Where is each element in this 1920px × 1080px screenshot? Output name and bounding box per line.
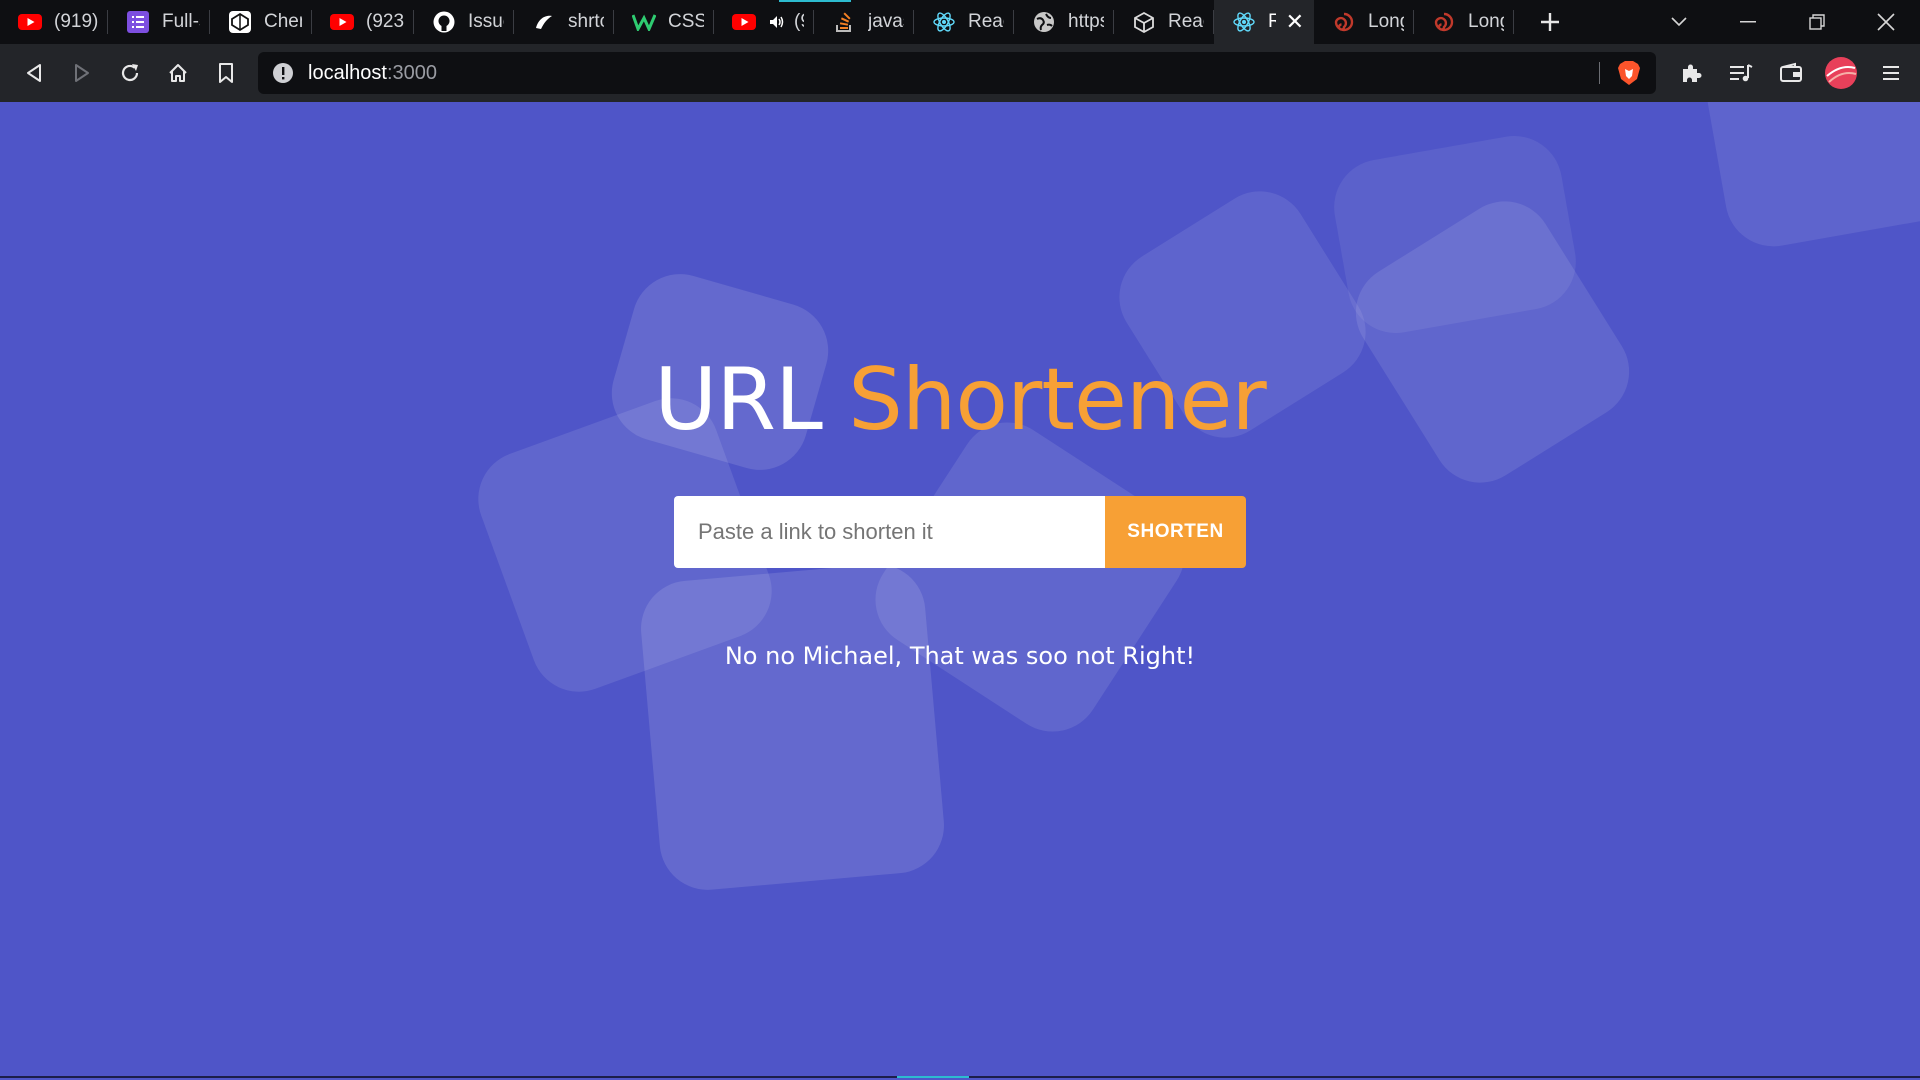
tab-label: (923) [366, 11, 404, 32]
tab-label: shrtcc [568, 11, 604, 32]
youtube-icon [18, 10, 42, 34]
tab-label: javasc [868, 11, 904, 32]
back-button[interactable] [10, 49, 58, 97]
avatar [1825, 57, 1857, 89]
playlist-icon [1730, 64, 1753, 82]
url-port: :3000 [386, 61, 437, 84]
page-title: URL Shortener [0, 350, 1920, 450]
address-bar[interactable]: localhost:3000 [258, 52, 1656, 94]
page-viewport: URL Shortener SHORTEN No no Michael, Tha… [0, 102, 1920, 1078]
profile-button[interactable] [1816, 49, 1866, 97]
wallet-icon [1780, 62, 1802, 82]
github-icon [432, 10, 456, 34]
extensions-button[interactable] [1666, 49, 1716, 97]
tab-label: Long [1368, 11, 1404, 32]
home-button[interactable] [154, 49, 202, 97]
close-tab-icon[interactable]: ✕ [1286, 11, 1304, 33]
background-shape [1699, 102, 1920, 254]
tab-stackoverflow[interactable]: javasc [814, 0, 914, 44]
tab-shrtco[interactable]: shrtcc [514, 0, 614, 44]
codepen-icon [228, 10, 252, 34]
tab-youtube-923[interactable]: (923) [312, 0, 414, 44]
result-message: No no Michael, That was soo not Right! [724, 642, 1196, 670]
forward-arrow-icon [75, 64, 89, 82]
plus-icon [1541, 13, 1559, 31]
tab-label: CSS te [668, 11, 704, 32]
new-tab-button[interactable] [1530, 0, 1570, 44]
bookmark-icon [219, 63, 233, 83]
home-icon [169, 64, 187, 82]
tab-label: (9 [794, 11, 804, 32]
swirl-icon [1332, 10, 1356, 34]
puzzle-icon [1683, 64, 1702, 82]
tab-label: Full-st [162, 11, 200, 32]
browser-toolbar: localhost:3000 [0, 44, 1920, 102]
tab-long-2[interactable]: Long [1414, 0, 1514, 44]
tab-youtube-audio[interactable]: (9 [714, 0, 814, 44]
tab-active-react[interactable]: Re ✕ [1214, 0, 1314, 44]
stackoverflow-icon [832, 10, 856, 34]
youtube-icon [732, 10, 756, 34]
globe-icon [1032, 10, 1056, 34]
minimize-icon [1739, 21, 1756, 23]
close-icon [1876, 13, 1895, 31]
media-control-button[interactable] [1716, 49, 1766, 97]
restore-icon [1808, 14, 1825, 30]
url-host: localhost [308, 61, 387, 84]
bookmark-button[interactable] [202, 49, 250, 97]
tab-youtube-919[interactable]: (919) [0, 0, 108, 44]
tab-search-button[interactable] [1644, 0, 1713, 44]
site-info-icon[interactable] [272, 62, 294, 84]
reload-button[interactable] [106, 49, 154, 97]
tab-label: Re [1268, 11, 1276, 32]
tab-label: Issues [468, 11, 504, 32]
tab-codesandbox-react[interactable]: React [1114, 0, 1214, 44]
hamburger-menu-icon [1883, 66, 1899, 80]
title-url: URL [654, 350, 823, 450]
tab-codepen-chem[interactable]: Chem [210, 0, 312, 44]
tab-github-issues[interactable]: Issues [414, 0, 514, 44]
reload-icon [121, 64, 139, 82]
shorten-form: SHORTEN [674, 496, 1246, 568]
youtube-icon [330, 10, 354, 34]
tab-react-1[interactable]: React [914, 0, 1014, 44]
shorten-button[interactable]: SHORTEN [1105, 496, 1246, 568]
chevron-down-icon [1670, 17, 1687, 27]
main-menu-button[interactable] [1866, 49, 1916, 97]
tab-https[interactable]: https: [1014, 0, 1114, 44]
title-shortener: Shortener [848, 350, 1266, 450]
wallet-button[interactable] [1766, 49, 1816, 97]
shrtco-icon [532, 10, 556, 34]
w-icon [632, 10, 656, 34]
brave-shields-icon[interactable] [1616, 59, 1642, 87]
tab-label: Long [1468, 11, 1504, 32]
tab-label: Chem [264, 11, 302, 32]
page-bottom-border [0, 1076, 1920, 1078]
react-icon [1232, 10, 1256, 34]
forward-button[interactable] [58, 49, 106, 97]
codesandbox-icon [1132, 10, 1156, 34]
minimize-button[interactable] [1713, 0, 1782, 44]
tab-css[interactable]: CSS te [614, 0, 714, 44]
close-window-button[interactable] [1851, 0, 1920, 44]
back-arrow-icon [27, 64, 41, 82]
tab-label: React [1168, 11, 1204, 32]
speaker-icon[interactable] [768, 10, 786, 34]
restore-button[interactable] [1782, 0, 1851, 44]
swirl-icon [1432, 10, 1456, 34]
tab-label: React [968, 11, 1004, 32]
url-input[interactable] [674, 496, 1105, 568]
tab-long-1[interactable]: Long [1314, 0, 1414, 44]
react-icon [932, 10, 956, 34]
list-icon [126, 10, 150, 34]
tab-label: (919) [54, 11, 98, 32]
tab-label: https: [1068, 11, 1104, 32]
tab-strip: (919) Full-st Chem (923) Issues shrtcc C… [0, 0, 1920, 44]
tab-fullstack[interactable]: Full-st [108, 0, 210, 44]
